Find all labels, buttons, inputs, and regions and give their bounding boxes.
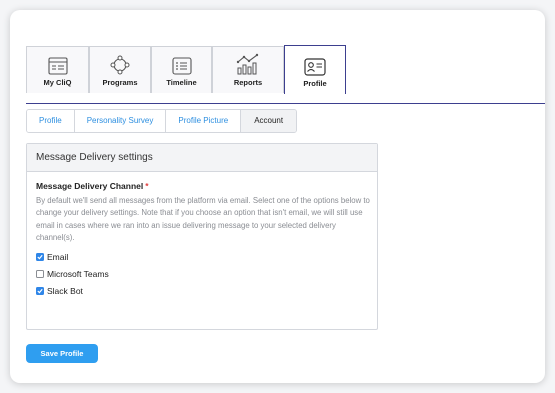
field-label: Message Delivery Channel * — [36, 181, 368, 191]
required-mark: * — [145, 181, 149, 191]
top-nav-tabs: My CliQ Programs Timeline Reports Profil… — [26, 45, 545, 104]
help-text: By default we'll send all messages from … — [36, 196, 370, 242]
option-microsoft-teams[interactable]: Microsoft Teams — [36, 268, 368, 280]
tab-profile-label: Profile — [303, 79, 327, 88]
email-checkbox[interactable] — [36, 253, 44, 262]
slack-bot-label: Slack Bot — [47, 286, 83, 297]
email-label: Email — [47, 252, 69, 263]
chart-icon — [236, 53, 259, 75]
network-icon — [110, 55, 130, 75]
option-email[interactable]: Email — [36, 251, 368, 263]
tab-profile[interactable]: Profile — [284, 45, 346, 94]
option-slack-bot[interactable]: Slack Bot — [36, 285, 368, 297]
subtab-account[interactable]: Account — [241, 110, 297, 132]
id-card-icon — [47, 57, 68, 75]
slack-bot-checkbox[interactable] — [36, 287, 44, 296]
tab-reports[interactable]: Reports — [212, 46, 284, 93]
subtab-profile-picture[interactable]: Profile Picture — [166, 110, 242, 132]
panel-title: Message Delivery settings — [27, 144, 377, 172]
profile-card-icon — [304, 58, 326, 76]
tab-my-cliq-label: My CliQ — [43, 78, 72, 87]
save-profile-button[interactable]: Save Profile — [26, 344, 98, 363]
tab-reports-label: Reports — [233, 78, 263, 87]
field-label-text: Message Delivery Channel — [36, 181, 144, 191]
profile-sub-tabs: Profile Personality Survey Profile Pictu… — [26, 109, 298, 133]
subtab-personality-survey[interactable]: Personality Survey — [74, 110, 167, 132]
subtab-profile[interactable]: Profile — [27, 110, 75, 132]
tab-baseline — [26, 103, 545, 104]
tab-timeline[interactable]: Timeline — [151, 46, 212, 93]
tab-my-cliq[interactable]: My CliQ — [26, 46, 89, 93]
microsoft-teams-checkbox[interactable] — [36, 270, 44, 279]
tab-programs[interactable]: Programs — [89, 46, 151, 93]
checkmark-icon — [37, 289, 43, 294]
microsoft-teams-label: Microsoft Teams — [47, 269, 109, 280]
checkmark-icon — [37, 255, 43, 260]
tab-programs-label: Programs — [102, 78, 138, 87]
tab-timeline-label: Timeline — [166, 78, 197, 87]
message-delivery-panel: Message Delivery settings Message Delive… — [26, 143, 378, 330]
list-icon — [171, 57, 192, 75]
profile-settings-card: My CliQ Programs Timeline Reports Profil… — [10, 10, 545, 383]
